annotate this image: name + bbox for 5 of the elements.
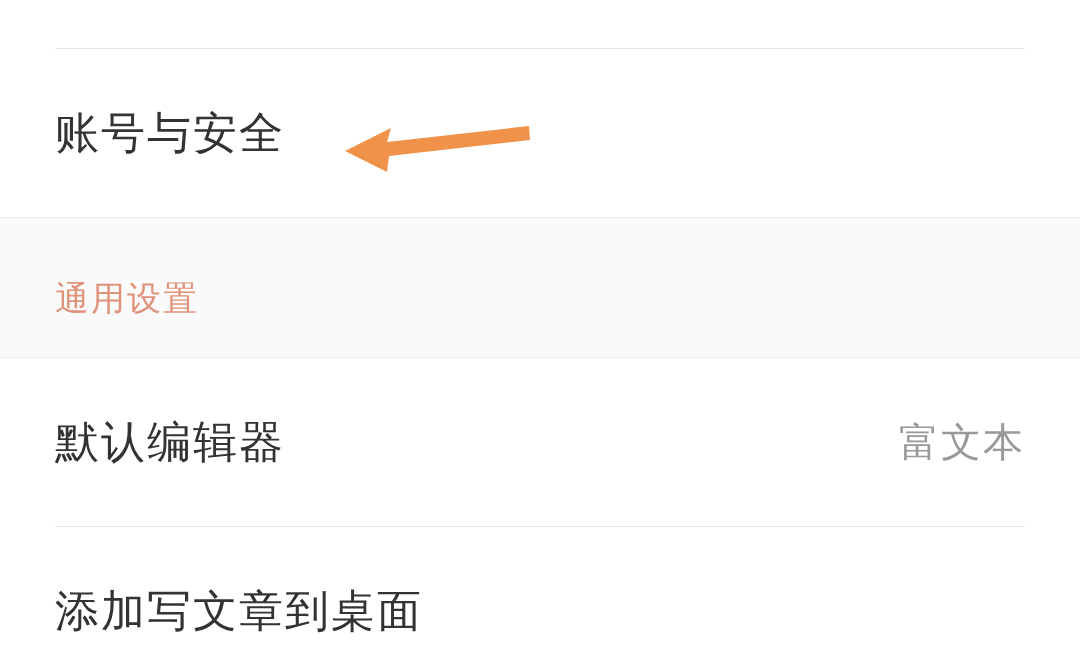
row-label[interactable]: 默认编辑器 [55,409,285,475]
row-label[interactable]: 账号与安全 [55,100,285,166]
row-value: 富文本 [899,418,1025,467]
section-title: 通用设置 [55,277,199,320]
row-label[interactable]: 添加写文章到桌面 [55,578,423,644]
